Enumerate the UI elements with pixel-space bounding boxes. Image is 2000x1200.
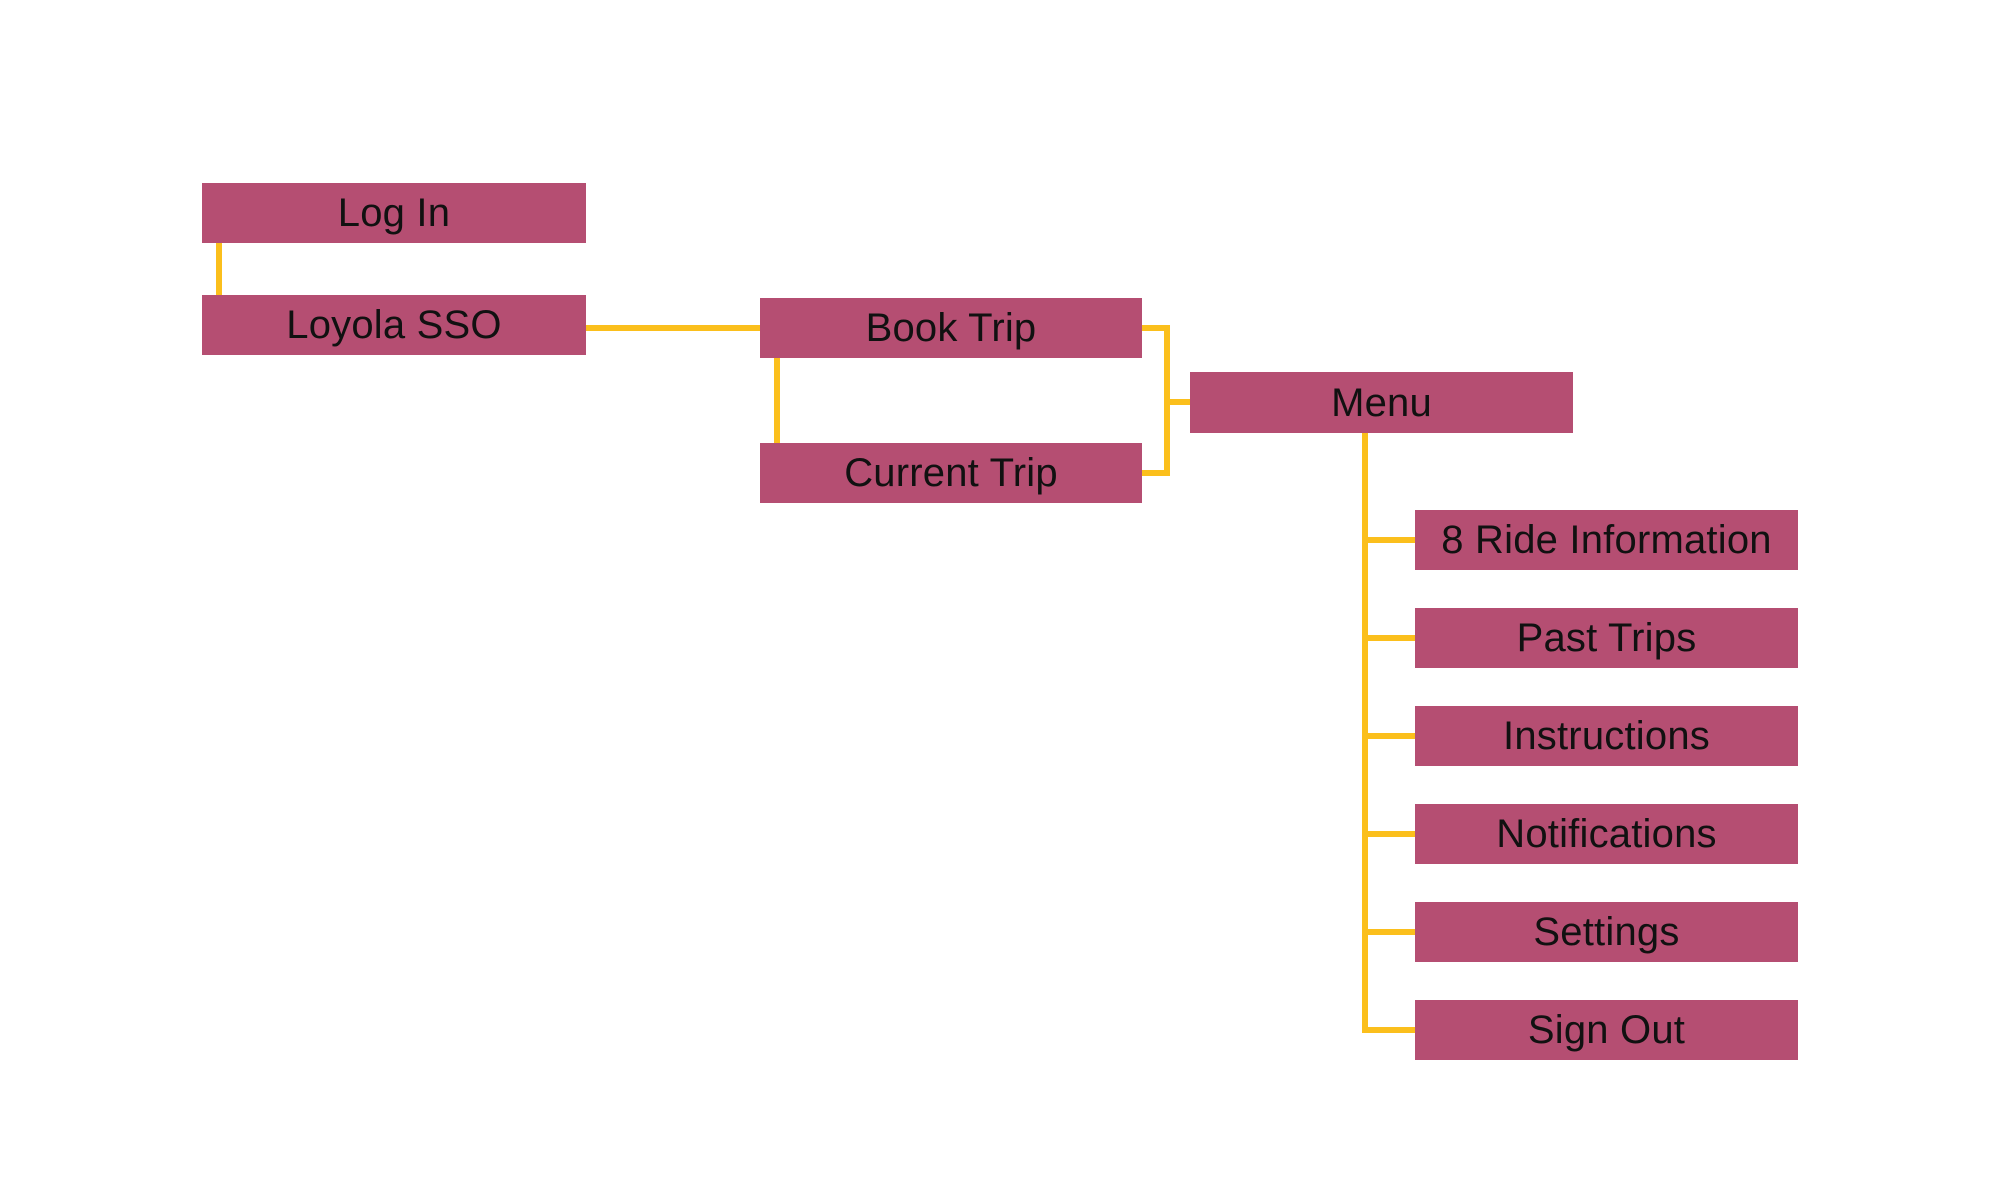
connector-menu-branch-1	[1362, 635, 1418, 641]
connector-sso-to-booktrip	[586, 325, 762, 331]
node-current-trip[interactable]: Current Trip	[760, 443, 1142, 503]
node-log-in-label: Log In	[337, 191, 451, 235]
node-menu-label: Menu	[1331, 380, 1432, 425]
node-menu-item-sign-out[interactable]: Sign Out	[1415, 1000, 1798, 1060]
node-current-trip-label: Current Trip	[844, 451, 1058, 495]
node-loyola-sso-label: Loyola SSO	[286, 303, 502, 347]
node-menu-item-ride-information[interactable]: 8 Ride Information	[1415, 510, 1798, 570]
node-menu-item-label: 8 Ride Information	[1441, 518, 1772, 562]
connector-login-to-sso	[216, 243, 222, 297]
connector-menu-branch-5	[1362, 1027, 1418, 1033]
connector-menu-trunk-lower	[1362, 820, 1368, 1033]
node-menu-item-instructions[interactable]: Instructions	[1415, 706, 1798, 766]
node-menu-item-label: Past Trips	[1516, 616, 1697, 660]
node-menu-item-settings[interactable]: Settings	[1415, 902, 1798, 962]
node-menu-item-label: Settings	[1533, 910, 1680, 954]
node-menu-item-notifications[interactable]: Notifications	[1415, 804, 1798, 864]
node-menu-item-label: Instructions	[1503, 714, 1710, 758]
node-book-trip[interactable]: Book Trip	[760, 298, 1142, 358]
node-menu-item-past-trips[interactable]: Past Trips	[1415, 608, 1798, 668]
flow-diagram-canvas: Log In Loyola SSO Book Trip Current Trip…	[0, 0, 2000, 1200]
node-log-in[interactable]: Log In	[202, 183, 586, 243]
connector-menu-branch-4	[1362, 929, 1418, 935]
node-menu[interactable]: Menu	[1190, 372, 1573, 433]
node-loyola-sso[interactable]: Loyola SSO	[202, 295, 586, 355]
connector-menu-branch-2	[1362, 733, 1418, 739]
connector-menu-branch-0	[1362, 537, 1418, 543]
node-menu-item-label: Sign Out	[1527, 1008, 1686, 1052]
node-menu-item-label: Notifications	[1496, 812, 1717, 856]
connector-menu-branch-3	[1362, 831, 1418, 837]
connector-booktrip-to-currenttrip	[774, 358, 780, 445]
node-book-trip-label: Book Trip	[865, 306, 1037, 350]
